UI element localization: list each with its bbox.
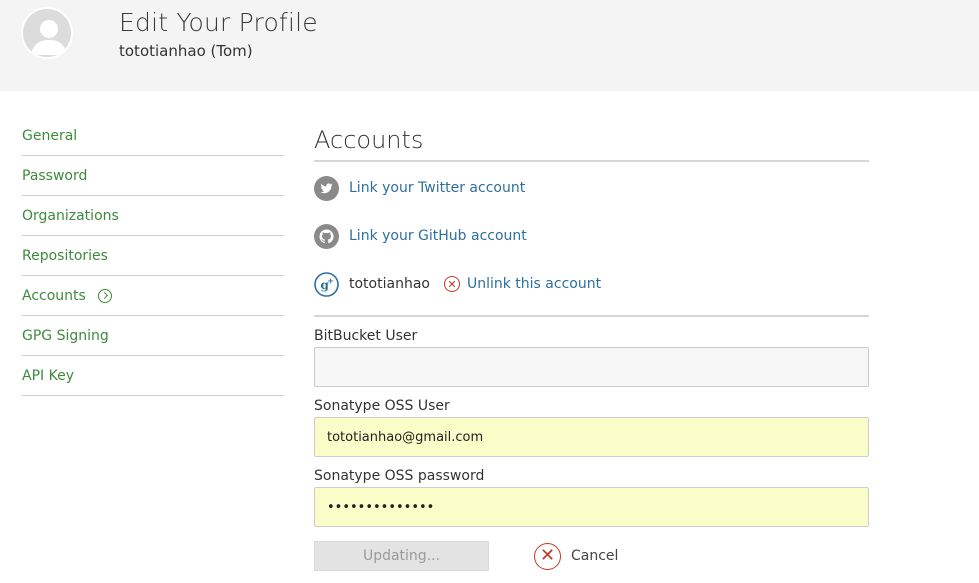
update-button[interactable]: Updating... — [314, 541, 489, 571]
link-twitter-link[interactable]: Link your Twitter account — [349, 180, 525, 196]
form-actions: Updating... ✕ Cancel — [314, 541, 869, 571]
sidebar-item-label: Repositories — [22, 247, 108, 264]
cancel-label: Cancel — [571, 548, 619, 564]
sidebar-item-organizations[interactable]: Organizations — [22, 196, 284, 236]
sidebar-item-label: GPG Signing — [22, 327, 109, 344]
bitbucket-label: BitBucket User — [314, 328, 418, 344]
sidebar-item-label: Accounts — [22, 287, 86, 304]
github-account-row: Link your GitHub account — [314, 212, 869, 260]
sidebar-item-label: API Key — [22, 367, 74, 384]
sidebar-item-label: Organizations — [22, 207, 119, 224]
settings-sidebar: General Password Organizations Repositor… — [22, 116, 284, 396]
section-title: Accounts — [314, 126, 869, 162]
twitter-account-row: Link your Twitter account — [314, 164, 869, 212]
sonatype-user-label: Sonatype OSS User — [314, 398, 450, 414]
google-username: tototianhao — [349, 276, 430, 292]
avatar — [21, 7, 73, 59]
google-account-row: g + tototianhao ✕ Unlink this account — [314, 260, 869, 308]
sidebar-item-gpg-signing[interactable]: GPG Signing — [22, 316, 284, 356]
bitbucket-user-input[interactable] — [314, 347, 869, 387]
arrow-right-icon — [97, 288, 112, 303]
sidebar-item-accounts[interactable]: Accounts — [22, 276, 284, 316]
link-github-link[interactable]: Link your GitHub account — [349, 228, 527, 244]
sidebar-item-api-key[interactable]: API Key — [22, 356, 284, 396]
github-icon — [314, 223, 339, 249]
sidebar-item-label: General — [22, 127, 78, 144]
svg-text:+: + — [327, 276, 334, 285]
cancel-icon: ✕ — [534, 542, 561, 570]
cancel-button[interactable]: ✕ Cancel — [534, 542, 619, 570]
sonatype-user-input[interactable] — [314, 417, 869, 457]
sonatype-password-label: Sonatype OSS password — [314, 468, 485, 484]
user-display-name: tototianhao (Tom) — [119, 42, 253, 60]
sidebar-item-repositories[interactable]: Repositories — [22, 236, 284, 276]
sidebar-item-general[interactable]: General — [22, 116, 284, 156]
unlink-account-link[interactable]: Unlink this account — [467, 276, 601, 292]
google-plus-icon: g + — [314, 271, 339, 297]
sidebar-item-password[interactable]: Password — [22, 156, 284, 196]
twitter-icon — [314, 175, 339, 201]
unlink-icon[interactable]: ✕ — [443, 276, 460, 292]
page-title: Edit Your Profile — [119, 8, 318, 37]
linked-accounts: Link your Twitter account Link your GitH… — [314, 164, 869, 317]
sonatype-password-input[interactable] — [314, 487, 869, 527]
profile-header: Edit Your Profile tototianhao (Tom) — [0, 0, 979, 91]
accounts-panel: Accounts Link your Twitter account Link … — [314, 126, 869, 571]
sidebar-item-label: Password — [22, 167, 88, 184]
